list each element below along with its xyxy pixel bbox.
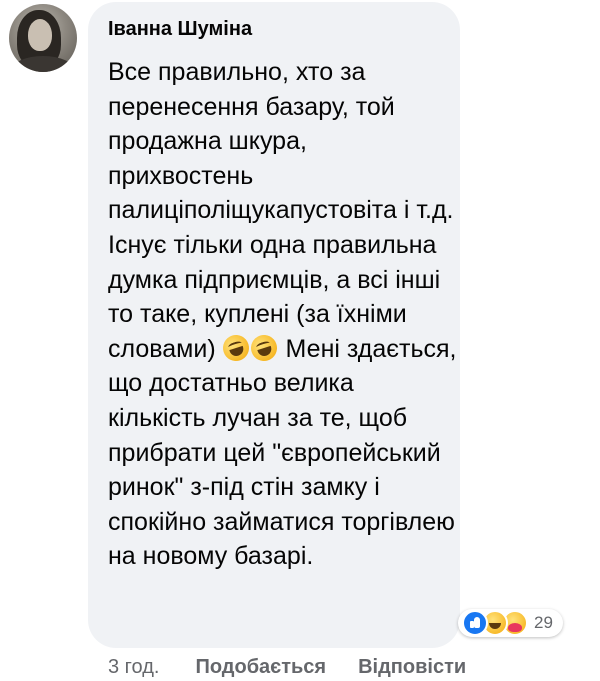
comment-bubble: Іванна Шуміна Все правильно, хто за пере…: [88, 2, 460, 648]
comment-text-after-emoji: Мені здається, що достатньо велика кільк…: [108, 334, 457, 571]
avatar-face: [28, 19, 52, 51]
comment-author[interactable]: Іванна Шуміна: [108, 18, 252, 41]
rolling-on-floor-laughing-emoji-icon: [247, 331, 280, 365]
avatar[interactable]: [9, 4, 77, 72]
rolling-on-floor-laughing-emoji-icon: [219, 331, 252, 365]
reply-button[interactable]: Відповісти: [358, 656, 466, 679]
like-button[interactable]: Подобається: [195, 656, 326, 679]
comment-actions: 3 год. Подобається Відповісти: [108, 656, 466, 679]
reactions-summary[interactable]: 29: [458, 609, 563, 637]
comment-text-before-emoji: Все правильно, хто за перенесення базару…: [108, 58, 454, 363]
reactions-count: 29: [534, 613, 553, 632]
comment-text: Все правильно, хто за перенесення базару…: [108, 55, 458, 574]
like-icon: [462, 610, 488, 636]
comment-timestamp[interactable]: 3 год.: [108, 656, 159, 679]
